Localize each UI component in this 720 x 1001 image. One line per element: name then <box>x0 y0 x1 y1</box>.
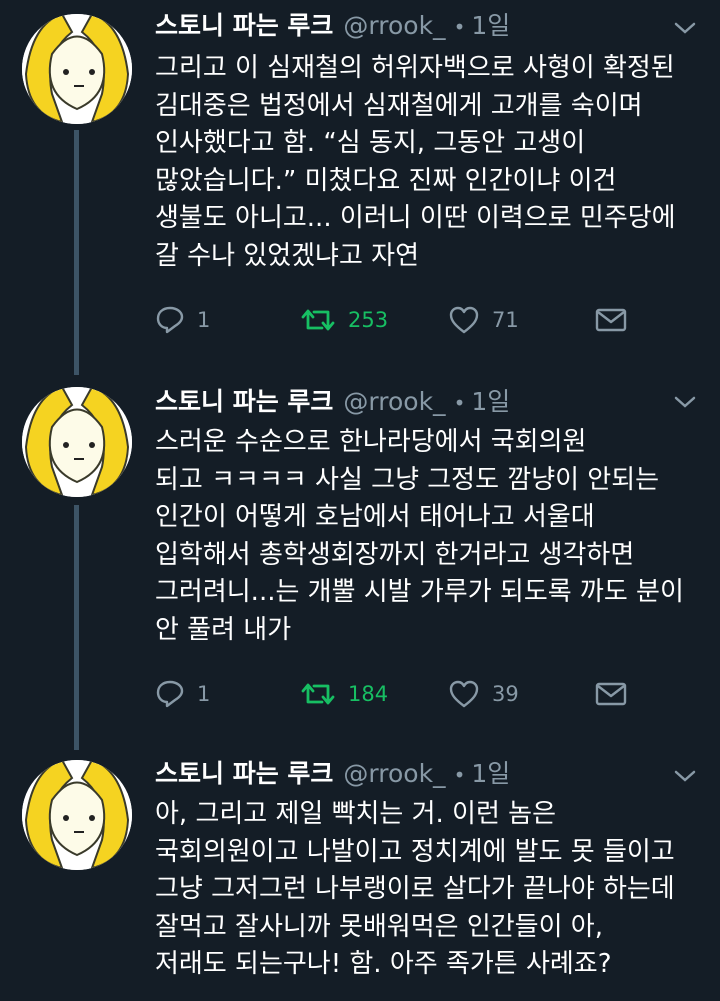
display-name[interactable]: 스토니 파는 루크 <box>155 382 333 418</box>
reply-button[interactable]: 1 <box>155 300 210 340</box>
avatar[interactable] <box>22 760 132 870</box>
tweet-text-line: 잘먹고 잘사니까 못배워먹은 인간들이 아, <box>155 911 603 942</box>
retweet-count: 184 <box>348 682 389 706</box>
tweet-text-line: 저래도 되는구나! 함. 아주 족가튼 사례죠? <box>155 949 612 979</box>
like-count: 39 <box>492 682 519 706</box>
chevron-down-icon[interactable] <box>672 766 698 786</box>
reply-count: 1 <box>197 308 211 332</box>
like-button[interactable]: 71 <box>448 300 519 340</box>
direct-message-button[interactable] <box>595 674 627 714</box>
user-handle[interactable]: @rrook_ <box>343 759 445 788</box>
tweet-text-line: 아, 그리고 제일 빡치는 거. 이런 놈은 <box>155 799 556 829</box>
envelope-icon <box>595 307 627 333</box>
tweet[interactable]: 스토니 파는 루크 @rrook_ • 1일 그리고 이 심재철의 허위자백으로… <box>0 0 720 370</box>
separator-dot: • <box>453 15 466 39</box>
tweet-text-line: 인간이 어떻게 호남에서 태어나고 서울대 <box>155 502 595 532</box>
tweet-header: 스토니 파는 루크 @rrook_ • 1일 <box>155 754 510 794</box>
tweet-text-line: 인사했다고 함. “심 동지, 그동안 고생이 <box>155 128 586 158</box>
retweet-button[interactable]: 253 <box>300 300 388 340</box>
tweet-text-line: 안 풀려 내가 <box>155 614 292 645</box>
envelope-icon <box>595 681 627 707</box>
display-name[interactable]: 스토니 파는 루크 <box>155 754 333 790</box>
tweet-text-line: 많았습니다.” 미쳤다요 진짜 인간이냐 이건 <box>155 165 617 196</box>
heart-icon <box>448 679 480 709</box>
retweet-button[interactable]: 184 <box>300 674 388 714</box>
tweet-actions: 1 253 71 <box>155 300 715 340</box>
chevron-down-icon[interactable] <box>672 18 698 38</box>
tweet-text-line: 그러려니...는 개뿔 시발 가루가 되도록 까도 분이 <box>155 577 684 607</box>
separator-dot: • <box>453 391 466 415</box>
tweet[interactable]: 스토니 파는 루크 @rrook_ • 1일 아, 그리고 제일 빡치는 거. … <box>0 748 720 1001</box>
separator-dot: • <box>453 763 466 787</box>
timestamp[interactable]: 1일 <box>471 754 510 790</box>
reply-icon <box>155 679 185 709</box>
tweet-actions: 1 184 39 <box>155 674 715 714</box>
reply-button[interactable]: 1 <box>155 674 210 714</box>
tweet-text-line: 스러운 수순으로 한나라당에서 국회의원 <box>155 427 587 457</box>
reply-count: 1 <box>197 682 211 706</box>
tweet-text-line: 국회의원이고 나발이고 정치계에 발도 못 들이고 <box>155 836 675 867</box>
display-name[interactable]: 스토니 파는 루크 <box>155 6 333 42</box>
chevron-down-icon[interactable] <box>672 392 698 412</box>
avatar[interactable] <box>22 14 132 124</box>
tweet-text-line: 그리고 이 심재철의 허위자백으로 사형이 확정된 <box>155 53 675 83</box>
like-button[interactable]: 39 <box>448 674 519 714</box>
tweet-text-line: 갈 수나 있었겠냐고 자연 <box>155 240 419 271</box>
tweet-text-line: 입학해서 총학생회장까지 한거라고 생각하면 <box>155 539 635 570</box>
tweet-header: 스토니 파는 루크 @rrook_ • 1일 <box>155 6 510 46</box>
tweet[interactable]: 스토니 파는 루크 @rrook_ • 1일 스러운 수순으로 한나라당에서 국… <box>0 374 720 748</box>
tweet-text: 스러운 수순으로 한나라당에서 국회의원 되고 ㅋㅋㅋㅋ 사실 그냥 그정도 깜… <box>155 424 700 649</box>
tweet-header: 스토니 파는 루크 @rrook_ • 1일 <box>155 382 510 422</box>
direct-message-button[interactable] <box>595 300 627 340</box>
tweet-text: 그리고 이 심재철의 허위자백으로 사형이 확정된 김대중은 법정에서 심재철에… <box>155 50 700 275</box>
user-handle[interactable]: @rrook_ <box>343 11 445 40</box>
tweet-text: 아, 그리고 제일 빡치는 거. 이런 놈은 국회의원이고 나발이고 정치계에 … <box>155 796 700 984</box>
user-handle[interactable]: @rrook_ <box>343 387 445 416</box>
retweet-icon <box>300 306 336 334</box>
tweet-text-line: 생불도 아니고... 이러니 이딴 이력으로 민주당에 <box>155 203 676 233</box>
timestamp[interactable]: 1일 <box>471 6 510 42</box>
retweet-count: 253 <box>348 308 389 332</box>
tweet-text-line: 김대중은 법정에서 심재철에게 고개를 숙이며 <box>155 90 643 121</box>
heart-icon <box>448 305 480 335</box>
avatar[interactable] <box>22 387 132 497</box>
reply-icon <box>155 305 185 335</box>
tweet-text-line: 되고 ㅋㅋㅋㅋ 사실 그냥 그정도 깜냥이 안되는 <box>155 464 660 495</box>
retweet-icon <box>300 680 336 708</box>
tweet-text-line: 그냥 그저그런 나부랭이로 살다가 끝나야 하는데 <box>155 874 675 904</box>
like-count: 71 <box>492 308 519 332</box>
timestamp[interactable]: 1일 <box>471 382 510 418</box>
